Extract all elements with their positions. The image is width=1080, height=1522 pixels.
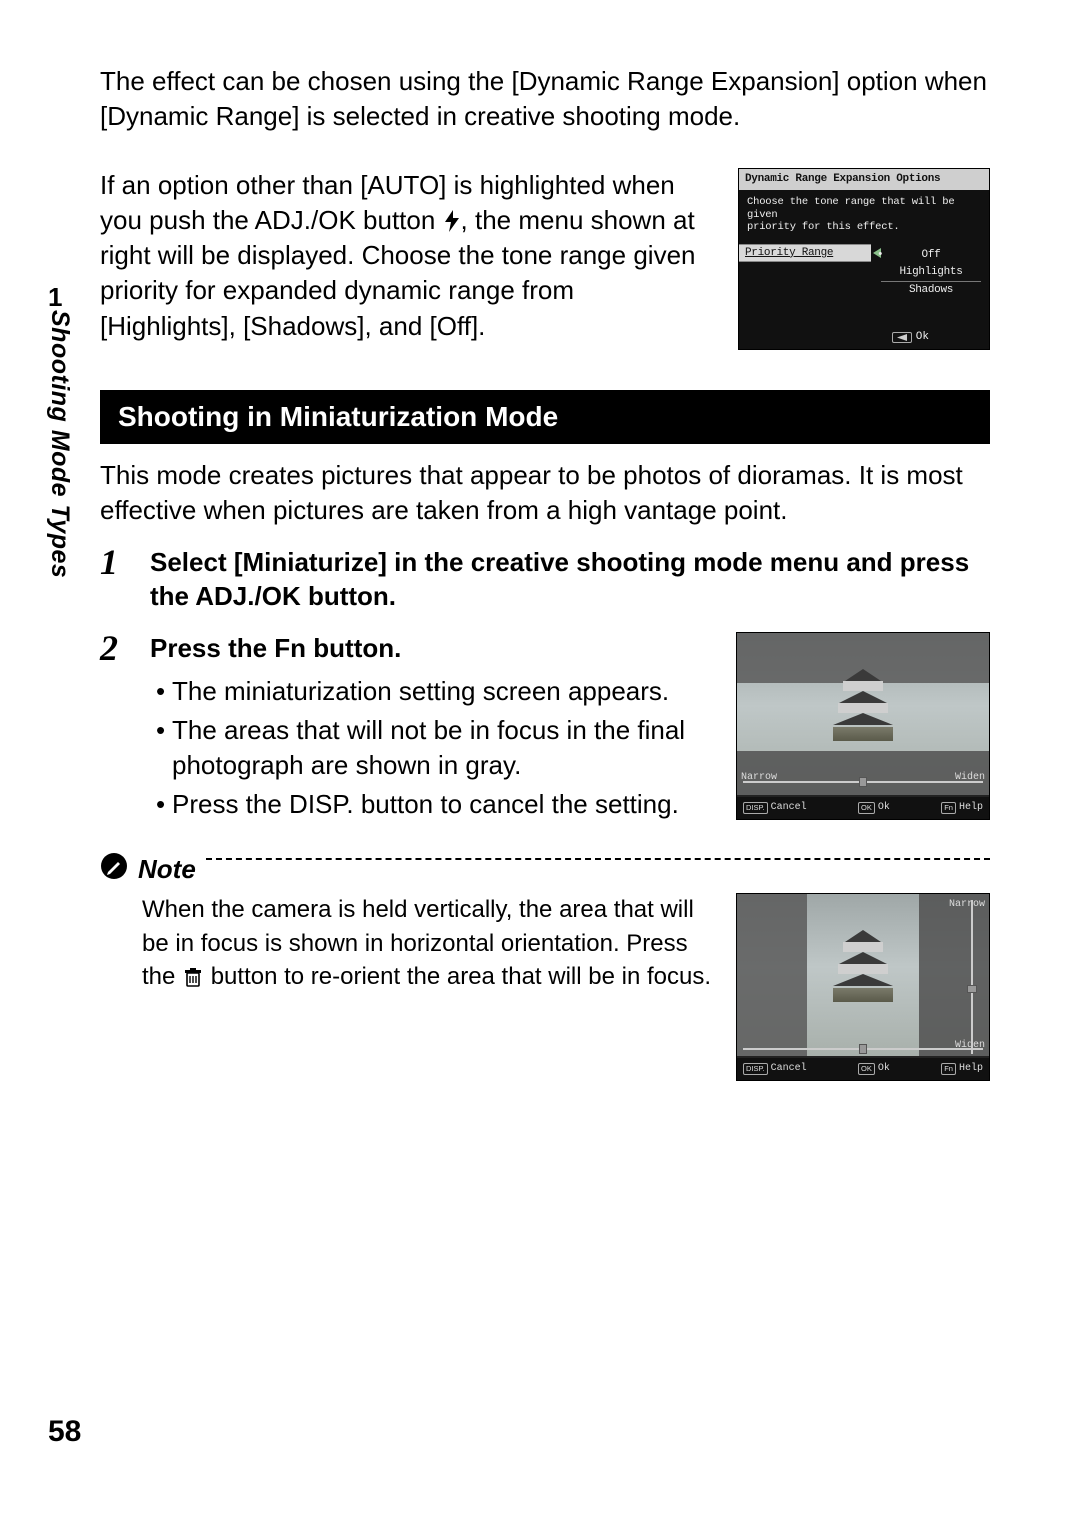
note-pencil-icon (100, 852, 128, 880)
fn-key-icon: Fn (941, 802, 956, 814)
step-2-bullet-2: The areas that will not be in focus in t… (150, 713, 712, 783)
slider-handle (859, 777, 867, 787)
page-number: 58 (48, 1412, 81, 1453)
cam-blur-right (919, 894, 989, 1056)
ok-hint: Ok (878, 801, 890, 815)
focus-width-slider (743, 781, 983, 783)
step-2-bullet-3: Press the DISP. button to cancel the set… (150, 787, 712, 822)
castle-graphic (828, 930, 898, 1006)
note-heading-text: Note (138, 852, 196, 887)
dynamic-range-screenshot: Dynamic Range Expansion Options Choose t… (738, 168, 990, 350)
flash-icon (443, 206, 461, 228)
note-text-b: button to re-orient the area that will b… (211, 963, 711, 990)
step-list: 1 Select [Miniaturize] in the creative s… (100, 546, 990, 826)
step-2-number: 2 (100, 632, 132, 826)
dr-setting-label: Priority Range (739, 244, 871, 262)
dr-title-bar: Dynamic Range Expansion Options (739, 169, 989, 190)
side-section-label: Shooting Mode Types (42, 310, 76, 578)
dr-description: Choose the tone range that will be given… (739, 190, 989, 244)
cam-footer-hints: DISP. Cancel OK Ok Fn Help (737, 797, 989, 819)
cam-blur-left (737, 894, 807, 1056)
intro-row: If an option other than [AUTO] is highli… (100, 168, 990, 350)
narrow-label: Narrow (949, 898, 985, 912)
step-2-bullet-list: The miniaturization setting screen appea… (150, 674, 712, 822)
note-dash-rule (206, 858, 990, 860)
dr-desc-line1: Choose the tone range that will be given (747, 196, 981, 221)
step-2-title: Press the Fn button. (150, 632, 712, 666)
miniaturize-horizontal-screenshot: Narrow Widen DISP. Cancel OK Ok Fn Help (736, 632, 990, 820)
disp-key-icon: DISP. (743, 1063, 768, 1075)
intro-paragraph-1: The effect can be chosen using the [Dyna… (100, 64, 990, 134)
intro-paragraph-2: If an option other than [AUTO] is highli… (100, 168, 716, 350)
cancel-hint: Cancel (771, 801, 807, 815)
dr-option-off: Off (881, 247, 981, 264)
castle-graphic (828, 669, 898, 745)
left-key-icon (892, 332, 912, 343)
note-body-row: When the camera is held vertically, the … (100, 893, 990, 1081)
section-heading-banner: Shooting in Miniaturization Mode (100, 390, 990, 444)
dr-ok-hint: Ok (892, 330, 929, 345)
step-2: 2 Press the Fn button. The miniaturizati… (100, 632, 990, 826)
step-2-bullet-1: The miniaturization setting screen appea… (150, 674, 712, 709)
note-heading: Note (138, 852, 990, 887)
dr-options-list: Off Highlights Shadows (881, 247, 981, 299)
section-intro-paragraph: This mode creates pictures that appear t… (100, 458, 990, 528)
disp-key-icon: DISP. (743, 802, 768, 814)
trash-icon (182, 964, 204, 998)
dr-desc-line2: priority for this effect. (747, 221, 981, 234)
note-heading-row: Note (100, 852, 990, 887)
cam-footer-hints: DISP. Cancel OK Ok Fn Help (737, 1058, 989, 1080)
ok-key-icon: OK (858, 802, 875, 814)
dr-option-highlights: Highlights (881, 264, 981, 282)
ok-key-icon: OK (858, 1063, 875, 1075)
step-1-number: 1 (100, 546, 132, 614)
step-1-title: Select [Miniaturize] in the creative sho… (150, 546, 990, 614)
focus-position-slider (743, 1048, 983, 1050)
miniaturize-vertical-screenshot: Narrow Widen DISP. Cancel OK Ok Fn Help (736, 893, 990, 1081)
note-text: When the camera is held vertically, the … (142, 893, 714, 1081)
slider-handle (967, 985, 977, 993)
dr-ok-label: Ok (916, 330, 929, 345)
page: 1 Shooting Mode Types 58 The effect can … (0, 0, 1080, 1522)
slider-handle (859, 1044, 867, 1054)
help-hint: Help (959, 801, 983, 815)
fn-key-icon: Fn (941, 1063, 956, 1075)
step-1: 1 Select [Miniaturize] in the creative s… (100, 546, 990, 614)
cancel-hint: Cancel (771, 1062, 807, 1076)
focus-width-slider-vertical (971, 900, 973, 1054)
ok-hint: Ok (878, 1062, 890, 1076)
help-hint: Help (959, 1062, 983, 1076)
dr-option-shadows: Shadows (881, 282, 981, 299)
